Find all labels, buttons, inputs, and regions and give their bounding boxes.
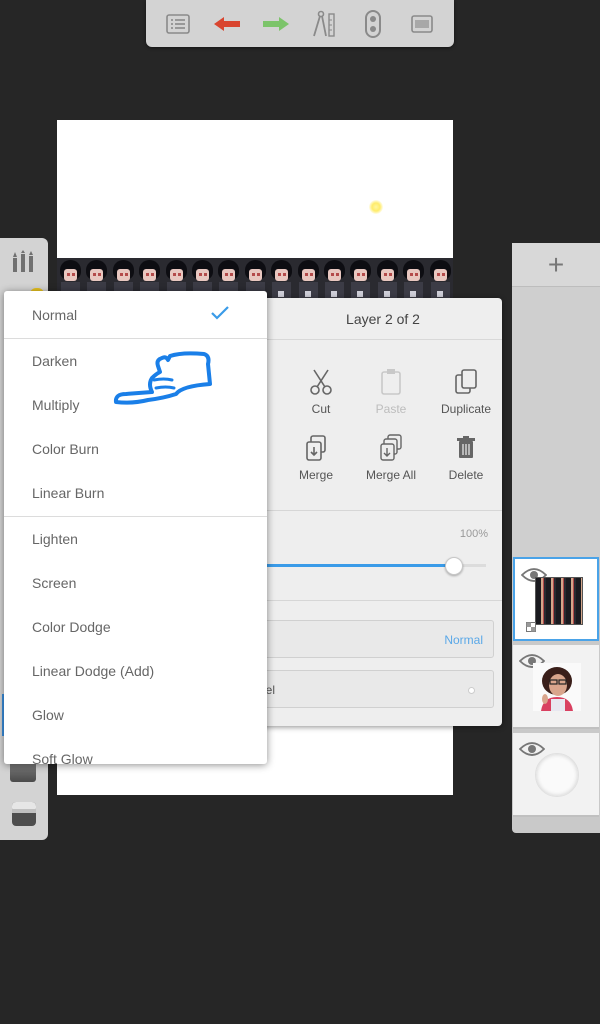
trash-icon (457, 436, 475, 458)
canvas-sprite (426, 258, 453, 300)
canvas-sprite (400, 258, 427, 300)
check-icon (211, 306, 229, 320)
label-toggle[interactable] (468, 687, 475, 694)
blending-value: Normal (444, 633, 483, 647)
delete-button[interactable]: Delete (431, 434, 501, 482)
merge-all-label: Merge All (365, 468, 417, 482)
delete-label: Delete (448, 468, 484, 482)
opacity-slider-thumb[interactable] (445, 557, 464, 575)
opacity-slider-fill (240, 564, 455, 567)
merge-all-button[interactable]: Merge All (356, 434, 426, 482)
blend-item-soft-glow[interactable]: Soft Glow (4, 737, 267, 764)
cut-button[interactable]: Cut (286, 368, 356, 416)
blend-item-label: Darken (32, 353, 78, 369)
layer-thumb-sprite[interactable] (513, 557, 599, 641)
canvas-sprite (347, 258, 374, 300)
blend-item-label: Linear Dodge (Add) (32, 663, 155, 679)
paste-button[interactable]: Paste (356, 368, 426, 416)
list-icon[interactable] (160, 6, 196, 42)
ruler-icon[interactable] (306, 6, 342, 42)
layer-thumb-background[interactable] (513, 733, 599, 817)
label-row[interactable]: bel (240, 670, 494, 708)
blend-item-label: Screen (32, 575, 77, 591)
blend-item-label: Multiply (32, 397, 80, 413)
brush-library-icon[interactable] (8, 246, 40, 278)
pointing-hand-annotation (113, 351, 212, 405)
separator (240, 600, 502, 601)
paste-icon (381, 369, 401, 395)
eye-icon[interactable] (519, 741, 545, 757)
blend-item-linear-burn[interactable]: Linear Burn (4, 471, 267, 515)
duplicate-button[interactable]: Duplicate (431, 368, 501, 416)
symmetry-icon[interactable] (355, 6, 391, 42)
opacity-value: 100% (459, 528, 488, 540)
top-toolbar (146, 0, 454, 47)
blend-item-label: Color Burn (32, 441, 99, 457)
blend-item-glow[interactable]: Glow (4, 693, 267, 737)
sprite-thumbnail (535, 577, 583, 625)
paste-label: Paste (375, 402, 407, 416)
add-layer-button[interactable]: + (512, 243, 600, 287)
blend-item-label: Soft Glow (32, 751, 93, 764)
transparency-lock-icon[interactable] (526, 622, 536, 632)
fullscreen-icon[interactable] (404, 6, 440, 42)
blend-item-color-dodge[interactable]: Color Dodge (4, 605, 267, 649)
duplicate-icon (455, 369, 477, 394)
background-thumbnail (535, 753, 579, 797)
blend-item-screen[interactable]: Screen (4, 561, 267, 605)
eraser-icon[interactable] (10, 800, 38, 828)
blend-item-label: Lighten (32, 531, 78, 547)
blend-item-label: Glow (32, 707, 64, 723)
blend-item-color-burn[interactable]: Color Burn (4, 427, 267, 471)
blend-item-linear-dodge[interactable]: Linear Dodge (Add) (4, 649, 267, 693)
blending-mode-row[interactable]: g Normal (240, 620, 494, 658)
layer-thumb-portrait[interactable] (513, 645, 599, 729)
blend-item-label: Normal (32, 307, 78, 323)
blend-item-label: Color Dodge (32, 619, 111, 635)
canvas-sprite (321, 258, 348, 300)
undo-icon[interactable] (209, 6, 245, 42)
canvas-sprite (294, 258, 322, 300)
scissors-icon (310, 369, 332, 395)
layer-options-panel: Layer 2 of 2 Cut Paste Duplicate Merge M… (240, 298, 502, 726)
redo-icon[interactable] (258, 6, 294, 42)
duplicate-label: Duplicate (440, 402, 492, 416)
blend-item-lighten[interactable]: Lighten (4, 517, 267, 561)
cut-label: Cut (311, 402, 331, 416)
layers-panel: + (512, 243, 600, 833)
portrait-thumbnail (533, 663, 581, 711)
separator (240, 510, 502, 511)
canvas-sprite (373, 258, 401, 300)
merge-label: Merge (298, 468, 333, 482)
canvas-sprite (268, 258, 295, 300)
merge-all-icon (380, 434, 402, 461)
glow-spot (369, 200, 383, 214)
layer-panel-title: Layer 2 of 2 (240, 298, 502, 340)
merge-button[interactable]: Merge (281, 434, 351, 482)
merge-icon (306, 435, 326, 461)
blend-item-label: Linear Burn (32, 485, 105, 501)
layers-empty-area (512, 287, 600, 557)
